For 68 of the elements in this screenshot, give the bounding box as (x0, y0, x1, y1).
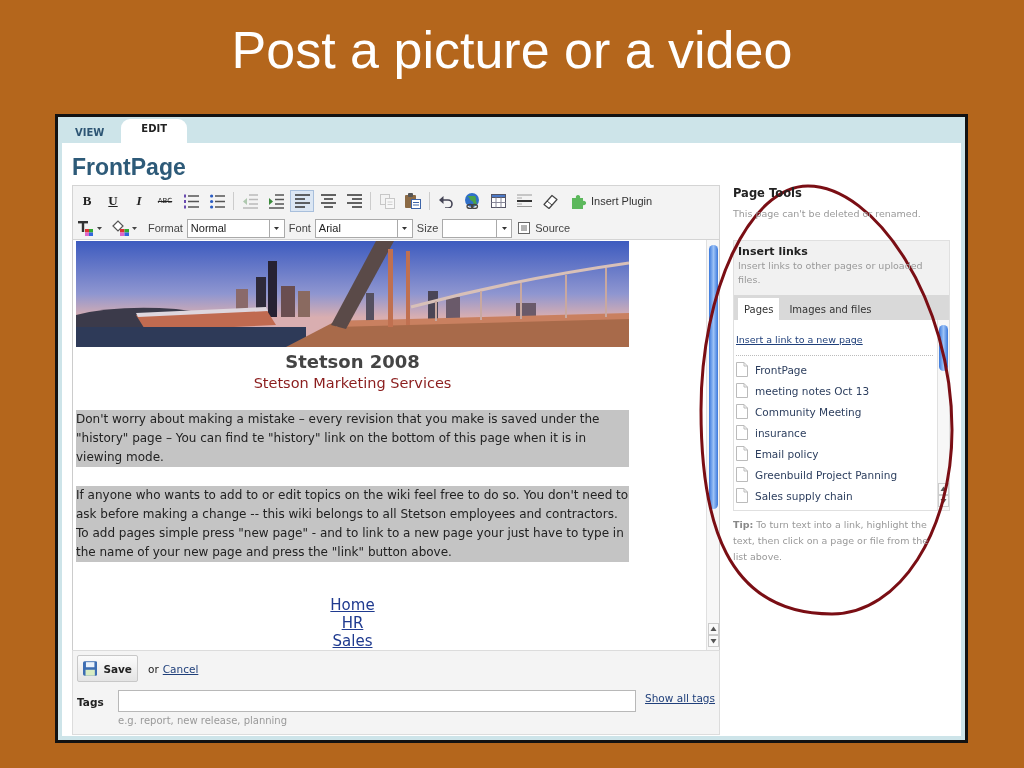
page-list-item[interactable]: FrontPage (736, 359, 937, 380)
show-all-tags-link[interactable]: Show all tags (645, 690, 715, 704)
page-link[interactable]: Home (330, 596, 375, 614)
outdent-icon (242, 193, 258, 209)
page-list-item[interactable]: Sales supply chain (736, 485, 937, 506)
caret-icon (274, 226, 280, 230)
dropdown-label: Size (416, 222, 439, 234)
paragraph: Don't worry about making a mistake – every revision that you make is saved under the "history" page – You can find te "history" link on the bottom of this page when it is in viewing mode. (76, 410, 629, 467)
document-heading: Stetson 2008 (284, 351, 421, 373)
bulleted-list-icon (209, 193, 225, 209)
page-title: FrontPage (72, 153, 187, 181)
tab[interactable]: VIEW (63, 121, 117, 143)
scrollbar-thumb[interactable] (939, 325, 948, 371)
clipboard-icon (405, 193, 421, 209)
globe-link-icon (464, 193, 480, 209)
align-center-icon (320, 194, 336, 208)
numbered-list-icon (183, 193, 199, 209)
horizontal-rule-icon (516, 194, 532, 208)
dropdown-label: Format (148, 222, 183, 234)
page-list-item[interactable]: Email policy (736, 443, 937, 464)
tab[interactable]: Images and files (783, 298, 878, 320)
puzzle-icon (572, 193, 587, 209)
page-link[interactable]: Sales (332, 632, 373, 650)
document-subheading: Stetson Marketing Services (252, 374, 453, 393)
editor-area[interactable] (72, 240, 720, 650)
dropdown-label: Font (288, 222, 311, 234)
dropdown-field[interactable]: Arial (314, 218, 413, 238)
tags-hint: e.g. report, new release, planning (118, 714, 289, 728)
page-link[interactable]: HR (341, 614, 364, 632)
indent-icon (268, 193, 284, 209)
paint-bucket-icon (112, 220, 129, 236)
dropdown-field[interactable]: Normal (186, 218, 285, 238)
bold-button[interactable]: B (75, 190, 99, 212)
tags-input[interactable] (118, 690, 637, 712)
eraser-icon (542, 193, 558, 209)
page-list-item[interactable]: Greenbuild Project Panning (736, 464, 937, 485)
or-label: or (148, 662, 159, 675)
text-color-icon (78, 220, 94, 236)
caret-icon (501, 226, 507, 230)
undo-icon (439, 194, 453, 208)
underline-button[interactable]: U (101, 190, 125, 212)
caret-icon (132, 226, 137, 230)
cancel-link[interactable]: Cancel (162, 662, 199, 675)
copy-icon (379, 193, 395, 209)
source-button[interactable]: Source (516, 222, 573, 234)
insert-links-heading: Insert links (737, 244, 809, 259)
paragraph: If anyone who wants to add to or edit topics on the wiki feel free to do so. You don't need to ask before making a change -- this wiki belongs to all Stetson employees and contractors. To add pages simple press "new page" - and to link to a new page your just have to type in the name of your new page and press the "link" button above. (76, 486, 629, 562)
caret-icon (97, 226, 102, 230)
scrollbar-thumb[interactable] (708, 245, 718, 509)
page-list-item[interactable]: Community Meeting (736, 401, 937, 422)
save-button[interactable]: Save (77, 655, 138, 682)
dropdown-field[interactable] (442, 218, 513, 238)
table-icon (490, 194, 506, 208)
document-icon (518, 222, 531, 234)
slide-title: Post a picture or a video (231, 20, 793, 80)
tags-label: Tags (77, 695, 105, 708)
scrollbar[interactable] (706, 240, 719, 650)
page-list-item[interactable]: insurance (736, 422, 937, 443)
tab[interactable]: Pages (738, 298, 780, 320)
insert-plugin-button[interactable]: Insert Plugin (568, 190, 657, 212)
tab[interactable]: EDIT (121, 119, 187, 143)
caret-icon (402, 226, 408, 230)
align-left-icon (294, 194, 310, 208)
align-right-icon (346, 194, 362, 208)
align-left-button[interactable] (290, 190, 314, 212)
new-page-link[interactable]: Insert a link to a new page (736, 332, 863, 348)
page-list-item[interactable]: meeting notes Oct 13 (736, 380, 937, 401)
italic-button[interactable]: I (127, 190, 151, 212)
